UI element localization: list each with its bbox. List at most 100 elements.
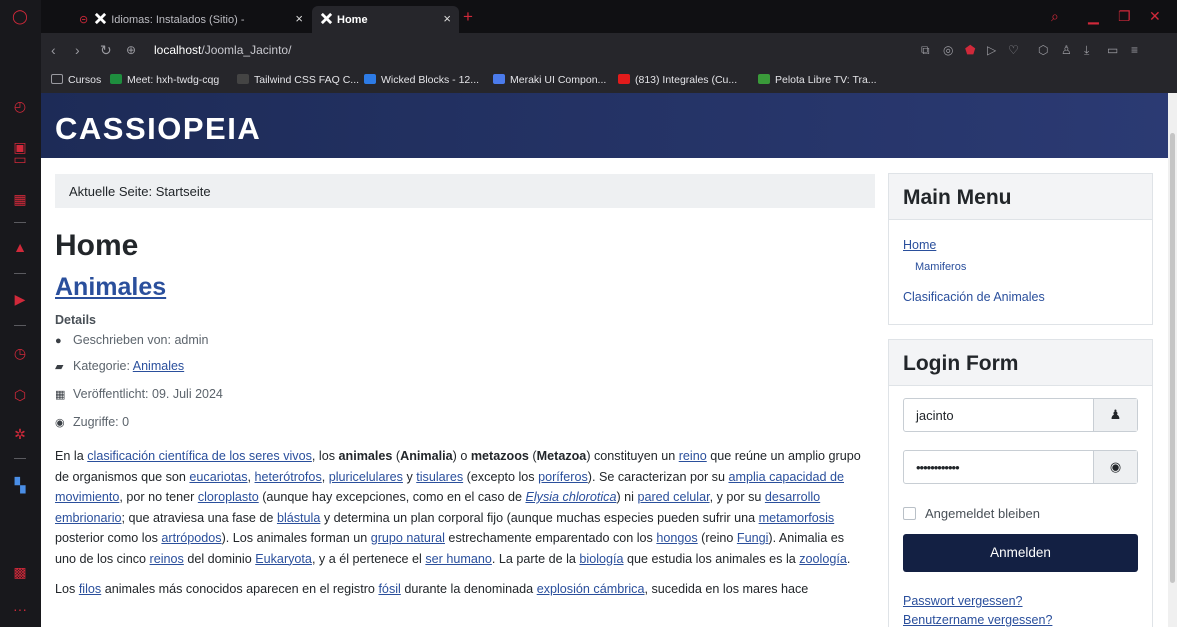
page-scrollbar[interactable] (1168, 93, 1177, 627)
bookmark-item[interactable]: Pelota Libre TV: Tra... (758, 74, 877, 86)
article-link[interactable]: clasificación científica de los seres vi… (87, 449, 312, 463)
article-link[interactable]: reinos (150, 552, 184, 566)
article-link[interactable]: reino (679, 449, 707, 463)
site-info-icon[interactable]: ⊕ (126, 43, 136, 57)
menu-item-home[interactable]: Home (903, 238, 936, 252)
opera-logo-icon[interactable]: ◯ (11, 7, 29, 25)
minimize-icon[interactable]: ▁ (1088, 8, 1099, 25)
category-link[interactable]: Animales (133, 359, 184, 373)
easy-setup-icon[interactable]: ≡ (1131, 43, 1138, 57)
app-icon[interactable]: ▚ (11, 476, 29, 494)
reload-icon[interactable]: ↻ (100, 42, 112, 59)
download-icon[interactable]: ⤓ (1084, 43, 1089, 58)
tab-close-icon[interactable]: × (295, 11, 303, 26)
snapshot-icon[interactable]: ⧉ (921, 43, 930, 58)
article-paragraph: En la clasificación científica de los se… (55, 449, 861, 566)
back-icon[interactable]: ‹ (51, 42, 56, 58)
article-link[interactable]: Eukaryota (255, 552, 312, 566)
article-link[interactable]: blástula (277, 511, 320, 525)
menu-item-clasificacion[interactable]: Clasificación de Animales (903, 290, 1045, 304)
soccer-icon (758, 74, 770, 84)
remember-me[interactable]: Angemeldet bleiben (903, 506, 1040, 521)
article-link[interactable]: ser humano (425, 552, 492, 566)
url-field[interactable]: localhost/Joomla_Jacinto/ (154, 43, 291, 57)
article-link[interactable]: tisulares (416, 470, 463, 484)
article-link[interactable]: eucariotas (189, 470, 247, 484)
article-link[interactable]: pluricelulares (329, 470, 403, 484)
cube-icon[interactable]: ⬡ (11, 386, 29, 404)
password-field[interactable]: •••••••••••• ◉ (903, 450, 1138, 484)
maximize-icon[interactable]: ❐ (1118, 8, 1131, 25)
more-icon[interactable]: ··· (11, 600, 29, 618)
chip-icon[interactable]: ▦ (11, 190, 29, 208)
login-module: Login Form jacinto ♟ •••••••••••• ◉ Ange… (888, 339, 1153, 627)
camera-icon[interactable]: ◎ (943, 43, 953, 57)
article-title[interactable]: Animales (55, 273, 166, 302)
article-link[interactable]: poríferos (538, 470, 588, 484)
hits-meta: ◉ Zugriffe: 0 (55, 415, 130, 429)
bookmark-item[interactable]: (813) Integrales (Cu... (618, 74, 737, 86)
meraki-icon (493, 74, 505, 84)
forgot-username-link[interactable]: Benutzername vergessen? (903, 613, 1052, 627)
extension-icon[interactable]: ▩ (11, 563, 29, 581)
article-link[interactable]: artrópodos (161, 531, 221, 545)
menu-item-mamiferos[interactable]: Mamiferos (915, 261, 966, 273)
history-icon[interactable]: ◷ (11, 344, 29, 362)
speed-dial-icon[interactable]: ◴ (11, 97, 29, 115)
search-tabs-icon[interactable]: ⌕ (1051, 8, 1059, 25)
article-link[interactable]: heterótrofos (255, 470, 322, 484)
tab-title: Idiomas: Instalados (Sitio) - (111, 14, 245, 26)
article-link[interactable]: biología (579, 552, 623, 566)
player-icon[interactable]: ▶ (11, 290, 29, 308)
bookmark-item[interactable]: Wicked Blocks - 12... (364, 74, 479, 86)
username-value: jacinto (916, 408, 954, 423)
article-link[interactable]: grupo natural (371, 531, 445, 545)
article-link[interactable]: fósil (378, 582, 400, 596)
account-icon[interactable]: ♙ (1061, 43, 1072, 57)
site-brand[interactable]: CASSIOPEIA (55, 111, 261, 147)
article-link[interactable]: Fungi (737, 531, 769, 545)
show-password-eye-icon[interactable]: ◉ (1093, 451, 1137, 483)
author-meta: ● Geschrieben von: admin (55, 333, 209, 347)
scrollbar-thumb[interactable] (1170, 133, 1175, 583)
username-field[interactable]: jacinto ♟ (903, 398, 1138, 432)
arc-icon[interactable]: ▲ (11, 238, 29, 256)
article-link[interactable]: filos (79, 582, 101, 596)
bold-term: metazoos (470, 449, 529, 463)
article-link[interactable]: Elysia chlorotica (525, 490, 616, 504)
article-link[interactable]: hongos (656, 531, 697, 545)
bold-term: Animalia (400, 449, 453, 463)
tab-close-icon[interactable]: × (443, 11, 451, 26)
article-link[interactable]: cloroplasto (198, 490, 259, 504)
cube-icon[interactable]: ⬡ (1038, 43, 1048, 57)
folder-open-icon: ▰ (55, 361, 64, 373)
bookmark-item[interactable]: Meet: hxh-twdg-cqg (110, 74, 219, 86)
article-link[interactable]: pared celular (637, 490, 709, 504)
forgot-password-link[interactable]: Passwort vergessen? (903, 594, 1023, 608)
battery-icon[interactable]: ▭ (1107, 43, 1118, 57)
article-link[interactable]: metamorfosis (759, 511, 835, 525)
forward-icon[interactable]: › (75, 42, 80, 58)
article-link[interactable]: explosión cámbrica (537, 582, 645, 596)
tab-idiomas[interactable]: ⊝ Idiomas: Instalados (Sitio) - × (71, 6, 311, 33)
twitch-icon[interactable]: ▭ (11, 150, 29, 168)
heart-icon[interactable]: ♡ (1008, 43, 1019, 57)
youtube-icon (618, 74, 630, 84)
bookmark-item[interactable]: Meraki UI Compon... (493, 74, 606, 86)
tab-home[interactable]: Home × (312, 6, 459, 33)
login-button[interactable]: Anmelden (903, 534, 1138, 572)
main-menu-title: Main Menu (889, 174, 1152, 220)
new-tab-button[interactable]: + (463, 7, 473, 27)
remember-checkbox[interactable] (903, 507, 916, 520)
bookmark-item[interactable]: Tailwind CSS FAQ C... (237, 74, 359, 86)
article-paragraph: Los filos animales más conocidos aparece… (55, 582, 809, 596)
category-meta: ▰ Kategorie: Animales (55, 359, 185, 373)
send-icon[interactable]: ▷ (987, 43, 996, 57)
adblock-shield-icon[interactable]: ⬟ (965, 43, 975, 57)
close-window-icon[interactable]: ✕ (1149, 8, 1161, 25)
settings-icon[interactable]: ✲ (11, 425, 29, 443)
user-icon: ● (55, 335, 62, 347)
bookmark-item[interactable]: Cursos (51, 74, 101, 86)
article-link[interactable]: zoología (799, 552, 847, 566)
page-title: Home (55, 229, 139, 262)
